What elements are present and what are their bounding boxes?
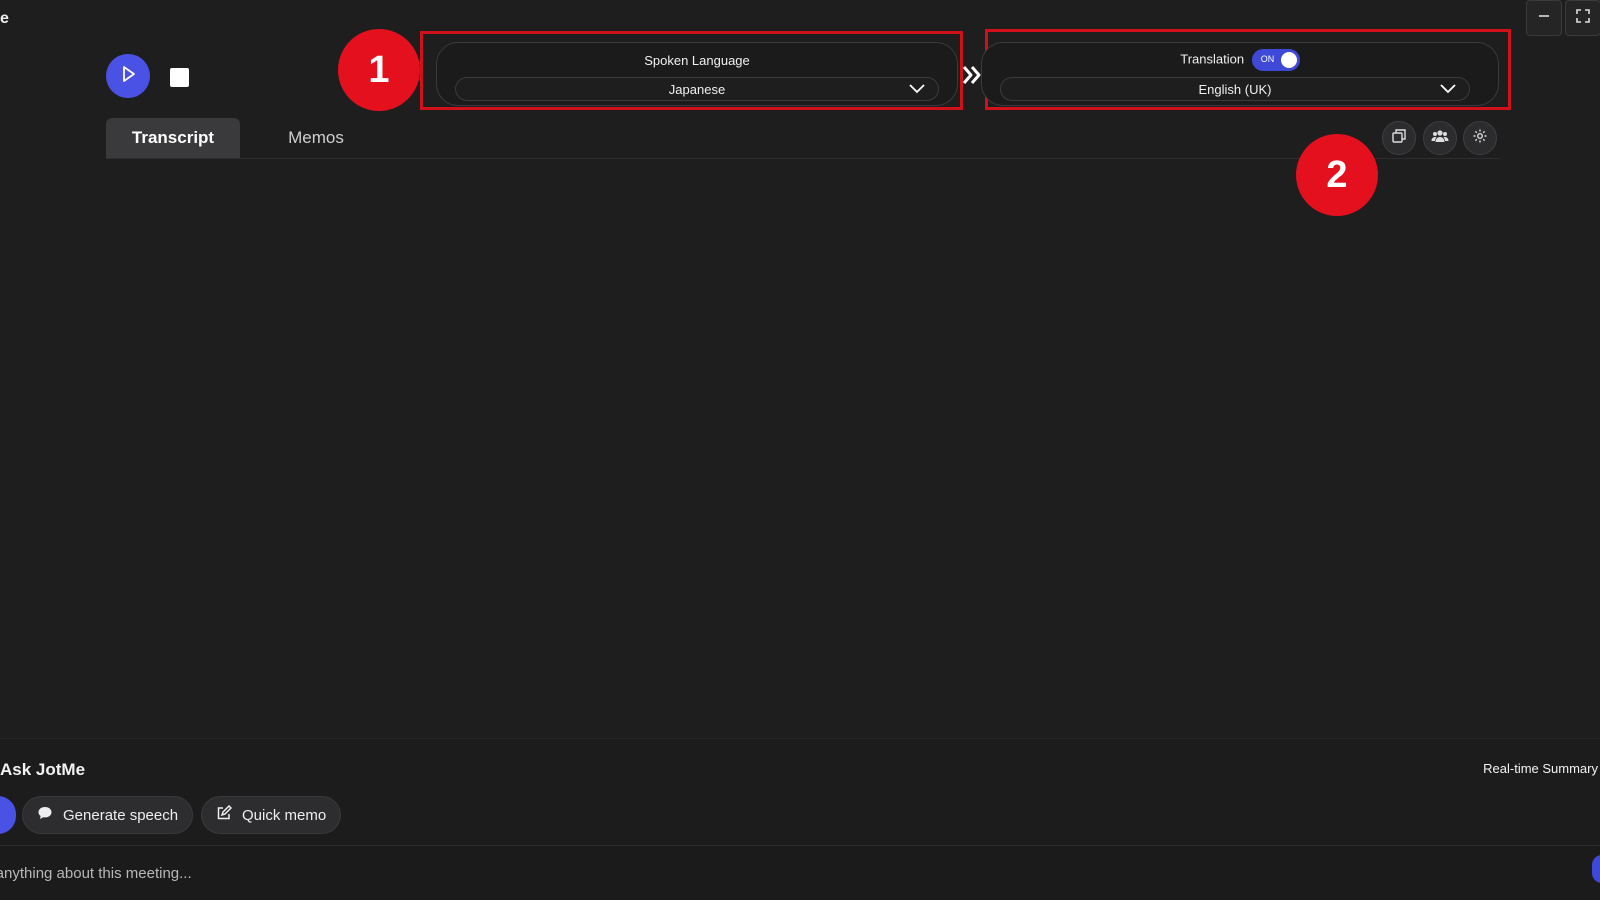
spoken-language-value: Japanese	[668, 82, 726, 97]
ask-input[interactable]	[0, 846, 1600, 900]
play-button[interactable]	[106, 54, 150, 98]
translation-panel: Translation ON English (UK)	[981, 42, 1499, 106]
translation-language-value: English (UK)	[1198, 82, 1272, 97]
ask-input-container	[0, 845, 1600, 900]
settings-button[interactable]	[1463, 121, 1497, 155]
minimize-button[interactable]	[1526, 0, 1562, 36]
chevron-down-icon	[1439, 81, 1457, 102]
play-icon	[118, 64, 138, 89]
quick-memo-button[interactable]: Quick memo	[201, 796, 342, 834]
tab-memos[interactable]: Memos	[262, 118, 370, 158]
app-title: e	[0, 10, 9, 27]
edit-icon	[216, 804, 242, 825]
ask-title: Ask JotMe	[0, 760, 86, 779]
speakers-button[interactable]	[1423, 121, 1457, 155]
tab-transcript[interactable]: Transcript	[106, 118, 240, 158]
toggle-state-text: ON	[1260, 54, 1275, 64]
quick-memo-label: Quick memo	[242, 806, 327, 824]
stop-button[interactable]	[170, 68, 189, 87]
toggle-knob	[1280, 52, 1297, 68]
generate-speech-label: Generate speech	[63, 806, 179, 824]
chat-bubble-icon	[37, 805, 63, 825]
translation-toggle[interactable]: ON	[1251, 49, 1300, 71]
copy-button[interactable]	[1382, 121, 1416, 155]
translation-label: Translation	[1180, 51, 1245, 67]
speakers-icon	[1431, 128, 1449, 149]
settings-icon	[1472, 128, 1488, 149]
minimize-icon	[1537, 9, 1551, 28]
translation-header: Translation ON	[982, 49, 1498, 71]
translation-language-select[interactable]: English (UK)	[1000, 77, 1470, 101]
fullscreen-button[interactable]	[1565, 0, 1600, 36]
realtime-summary-link[interactable]: Real-time Summary	[1483, 761, 1598, 776]
transcript-area	[106, 160, 1500, 730]
send-button[interactable]	[1592, 855, 1600, 883]
chevron-down-icon	[908, 81, 926, 102]
tabs-divider	[106, 158, 1500, 159]
copy-icon	[1391, 128, 1407, 149]
spoken-language-panel: Spoken Language Japanese	[436, 42, 958, 106]
annotation-badge-1: 1	[338, 29, 420, 111]
fullscreen-icon	[1576, 8, 1590, 28]
generate-speech-button[interactable]: Generate speech	[22, 796, 194, 834]
spoken-language-label: Spoken Language	[644, 53, 750, 68]
spoken-language-select[interactable]: Japanese	[455, 77, 939, 101]
